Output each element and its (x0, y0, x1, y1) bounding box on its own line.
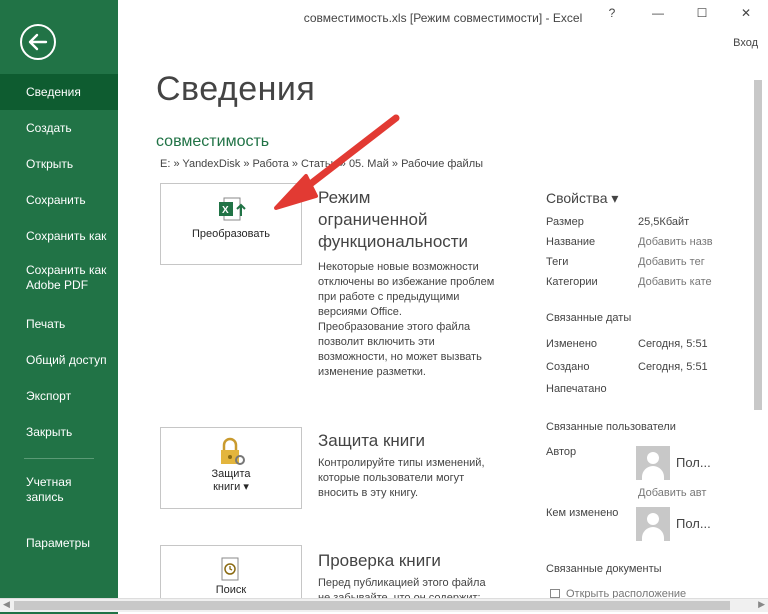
related-docs-header: Связанные документы (546, 563, 662, 575)
back-button[interactable] (20, 24, 56, 60)
compat-mode-title-line3: функциональности (318, 232, 469, 251)
properties-header[interactable]: Свойства ▾ (546, 190, 618, 207)
vertical-scrollbar[interactable] (752, 70, 764, 600)
date-modified-value: Сегодня, 5:51 (638, 338, 708, 350)
sign-in-link[interactable]: Вход (733, 37, 758, 49)
document-check-icon (221, 557, 239, 581)
related-people-header: Связанные пользователи (546, 421, 676, 433)
scroll-right-icon[interactable]: ▶ (758, 599, 765, 610)
nav-open[interactable]: Открыть (0, 146, 118, 182)
prop-categories-label: Категории (546, 276, 598, 288)
check-issues-button[interactable]: Поиск (160, 545, 302, 605)
close-button[interactable]: ✕ (736, 6, 756, 26)
convert-button-label: Преобразовать (191, 228, 271, 240)
nav-share[interactable]: Общий доступ (0, 342, 118, 378)
protect-title: Защита книги (318, 431, 425, 450)
backstage-nav: Сведения Создать Открыть Сохранить Сохра… (0, 74, 118, 561)
date-printed-label: Напечатано (546, 383, 607, 395)
svg-text:X: X (222, 205, 229, 216)
folder-icon (550, 589, 560, 598)
nav-info[interactable]: Сведения (0, 74, 118, 110)
nav-account-line1: Учетная (26, 475, 72, 489)
file-name: совместимость (156, 133, 270, 150)
properties-panel: Свойства ▾ (546, 190, 618, 207)
minimize-button[interactable]: — (648, 6, 668, 26)
nav-divider (24, 458, 94, 459)
protect-button-line1: Защита (211, 468, 251, 480)
nav-options[interactable]: Параметры (0, 525, 118, 561)
modified-by-name[interactable]: Пол... (676, 516, 711, 531)
related-dates-header: Связанные даты (546, 312, 632, 324)
nav-save-as-pdf-line1: Сохранить как (26, 263, 107, 277)
prop-tags-label: Теги (546, 256, 569, 268)
prop-size-label: Размер (546, 216, 584, 228)
prop-title-label: Название (546, 236, 596, 248)
vertical-scroll-thumb[interactable] (754, 80, 762, 410)
date-modified-label: Изменено (546, 338, 598, 350)
add-author-link[interactable]: Добавить авт (638, 487, 706, 499)
nav-export[interactable]: Экспорт (0, 378, 118, 414)
compat-mode-desc-2: Преобразование этого файла позволит вклю… (318, 321, 482, 378)
compat-mode-title: Режим ограниченной функциональности (318, 187, 468, 253)
maximize-button[interactable]: ☐ (692, 6, 712, 26)
compat-mode-title-line1: Режим (318, 188, 371, 207)
prop-title-value[interactable]: Добавить назв (638, 236, 713, 248)
nav-save-as-pdf-line2: Adobe PDF (26, 278, 89, 292)
inspect-title: Проверка книги (318, 551, 441, 570)
modified-by-avatar (636, 507, 670, 541)
date-created-value: Сегодня, 5:51 (638, 361, 708, 373)
convert-button[interactable]: X Преобразовать (160, 183, 302, 265)
modified-by-label: Кем изменено (546, 507, 619, 519)
prop-categories-value[interactable]: Добавить кате (638, 276, 712, 288)
compat-mode-title-line2: ограниченной (318, 210, 428, 229)
compat-mode-desc: Некоторые новые возможности отключены во… (318, 260, 498, 380)
scroll-left-icon[interactable]: ◀ (3, 599, 10, 610)
lock-key-icon (221, 437, 245, 465)
date-created-label: Создано (546, 361, 590, 373)
nav-account[interactable]: Учетная запись (0, 473, 118, 525)
prop-size-value: 25,5Кбайт (638, 216, 690, 228)
protect-workbook-button[interactable]: Защита книги ▾ (160, 427, 302, 509)
excel-convert-icon: X (219, 197, 246, 221)
nav-save[interactable]: Сохранить (0, 182, 118, 218)
protect-button-line2: книги ▾ (213, 481, 249, 493)
horizontal-scrollbar[interactable]: ◀ ▶ (0, 598, 768, 612)
nav-print[interactable]: Печать (0, 306, 118, 342)
backstage-sidebar: Сведения Создать Открыть Сохранить Сохра… (0, 0, 118, 614)
horizontal-scroll-thumb[interactable] (14, 601, 730, 610)
nav-save-as-pdf[interactable]: Сохранить как Adobe PDF (0, 254, 118, 306)
arrow-left-icon (28, 33, 48, 51)
nav-save-as[interactable]: Сохранить как (0, 218, 118, 254)
author-avatar (636, 446, 670, 480)
nav-close[interactable]: Закрыть (0, 414, 118, 450)
compat-mode-desc-1: Некоторые новые возможности отключены во… (318, 261, 495, 318)
author-name[interactable]: Пол... (676, 455, 711, 470)
prop-tags-value[interactable]: Добавить тег (638, 256, 705, 268)
window-title: совместимость.xls [Режим совместимости] … (303, 11, 583, 25)
page-title: Сведения (156, 70, 316, 108)
check-button-label: Поиск (215, 584, 247, 596)
nav-new[interactable]: Создать (0, 110, 118, 146)
help-button[interactable]: ? (602, 6, 622, 26)
file-path-breadcrumb[interactable]: E: » YandexDisk » Работа » Статьи » 05. … (160, 158, 483, 170)
author-label: Автор (546, 446, 577, 458)
protect-desc: Контролируйте типы изменений, которые по… (318, 457, 485, 499)
nav-account-line2: запись (26, 490, 64, 504)
title-bar: совместимость.xls [Режим совместимости] … (118, 0, 768, 34)
